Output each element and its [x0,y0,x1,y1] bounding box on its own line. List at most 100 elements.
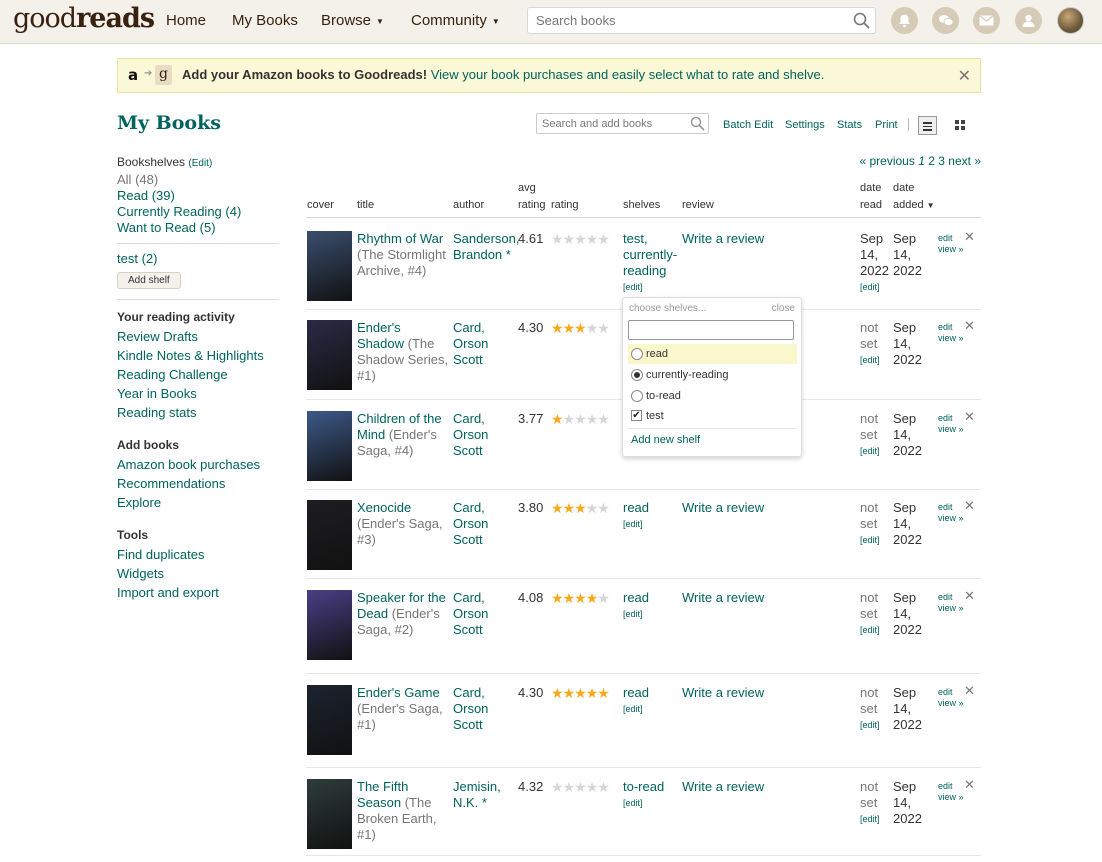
dropdown-close-link[interactable]: close [772,303,795,314]
view-book-link[interactable]: view » [938,333,964,344]
grid-view-icon[interactable] [955,120,966,131]
shelf-option-to-read[interactable]: to-read [628,386,797,406]
sidebar-shelf-read[interactable]: Read (39) [117,188,279,204]
sidebar-link-recommendations[interactable]: Recommendations [117,474,279,493]
book-cover[interactable] [307,500,352,570]
goodreads-logo[interactable]: goodreads [13,3,155,34]
book-shelves[interactable]: to-read [edit] [623,779,681,811]
view-book-link[interactable]: view » [938,244,964,255]
edit-date-link[interactable]: [edit] [860,622,892,638]
search-icon[interactable] [690,116,705,131]
star-icon[interactable]: ★ [563,320,576,336]
checkbox-icon[interactable]: ✔ [631,410,642,421]
settings-link[interactable]: Settings [785,119,825,131]
book-author[interactable]: Sanderson, Brandon * [453,231,520,263]
sidebar-link-kindle-notes-highlights[interactable]: Kindle Notes & Highlights [117,346,279,365]
notifications-bell-icon[interactable] [891,7,918,34]
remove-book-icon[interactable]: ✕ [964,409,975,425]
sidebar-link-reading-stats[interactable]: Reading stats [117,403,279,422]
star-icon[interactable]: ★ [574,685,587,701]
star-icon[interactable]: ★ [563,231,576,247]
edit-shelves-link[interactable]: [edit] [623,516,681,532]
star-icon[interactable]: ★ [586,411,599,427]
write-review-link[interactable]: Write a review [682,590,764,606]
edit-shelves-link[interactable]: [edit] [623,701,681,717]
add-shelf-button[interactable]: Add shelf [117,272,181,289]
col-avg-rating[interactable]: avg rating [518,180,546,214]
edit-book-link[interactable]: edit [938,781,964,792]
edit-shelves-link[interactable]: [edit] [623,279,681,295]
rating-stars[interactable]: ★★★★★ [551,411,610,427]
remove-book-icon[interactable]: ✕ [964,498,975,514]
user-avatar[interactable] [1057,7,1084,34]
book-cover[interactable] [307,411,352,481]
shelf-option-read[interactable]: read [628,344,797,364]
star-icon[interactable]: ★ [563,500,576,516]
list-view-icon[interactable] [918,116,937,135]
edit-shelves-link[interactable]: [edit] [623,795,681,811]
write-review-link[interactable]: Write a review [682,685,764,701]
edit-book-link[interactable]: edit [938,592,964,603]
edit-book-link[interactable]: edit [938,413,964,424]
star-icon[interactable]: ★ [574,411,587,427]
star-icon[interactable]: ★ [597,411,610,427]
book-title[interactable]: The Fifth Season (The Broken Earth, #1) [357,779,449,843]
next-page-link[interactable]: next » [948,154,981,168]
star-icon[interactable]: ★ [597,500,610,516]
shelf-filter-input[interactable] [628,320,794,340]
book-cover[interactable] [307,231,352,301]
star-icon[interactable]: ★ [551,411,564,427]
search-books-input[interactable] [528,8,848,33]
star-icon[interactable]: ★ [563,411,576,427]
star-icon[interactable]: ★ [586,500,599,516]
page-2-link[interactable]: 2 [928,154,935,168]
rating-stars[interactable]: ★★★★★ [551,779,610,795]
previous-page-link[interactable]: « previous [859,154,914,168]
edit-book-link[interactable]: edit [938,322,964,333]
discussions-icon[interactable] [932,7,959,34]
write-review-link[interactable]: Write a review [682,779,764,795]
remove-book-icon[interactable]: ✕ [964,588,975,604]
star-icon[interactable]: ★ [597,779,610,795]
star-icon[interactable]: ★ [586,231,599,247]
edit-book-link[interactable]: edit [938,502,964,513]
star-icon[interactable]: ★ [574,779,587,795]
view-book-link[interactable]: view » [938,792,964,803]
rating-stars[interactable]: ★★★★★ [551,685,610,701]
sidebar-link-amazon-book-purchases[interactable]: Amazon book purchases [117,455,279,474]
book-title[interactable]: Ender's Game (Ender's Saga, #1) [357,685,449,733]
sidebar-link-explore[interactable]: Explore [117,493,279,512]
star-icon[interactable]: ★ [574,231,587,247]
nav-home[interactable]: Home [166,12,206,29]
book-title[interactable]: Rhythm of War (The Stormlight Archive, #… [357,231,449,279]
book-author[interactable]: Jemisin, N.K. * [453,779,517,811]
star-icon[interactable]: ★ [551,500,564,516]
star-icon[interactable]: ★ [586,590,599,606]
sidebar-shelf-currently-reading[interactable]: Currently Reading (4) [117,204,279,220]
star-icon[interactable]: ★ [551,320,564,336]
nav-my-books[interactable]: My Books [232,12,298,29]
col-cover[interactable]: cover [307,197,334,214]
star-icon[interactable]: ★ [586,779,599,795]
radio-icon[interactable] [631,369,643,381]
book-title[interactable]: Children of the Mind (Ender's Saga, #4) [357,411,449,459]
sidebar-link-review-drafts[interactable]: Review Drafts [117,327,279,346]
star-icon[interactable]: ★ [563,685,576,701]
sidebar-link-import-and-export[interactable]: Import and export [117,583,279,602]
nav-community[interactable]: Community ▼ [411,12,500,29]
book-title[interactable]: Speaker for the Dead (Ender's Saga, #2) [357,590,449,638]
edit-date-link[interactable]: [edit] [860,443,892,459]
star-icon[interactable]: ★ [551,685,564,701]
book-author[interactable]: Card, Orson Scott [453,685,517,733]
edit-shelves-link[interactable]: [edit] [623,606,681,622]
book-shelves[interactable]: read [edit] [623,685,681,717]
edit-date-link[interactable]: [edit] [860,352,892,368]
book-author[interactable]: Card, Orson Scott [453,320,517,368]
edit-date-link[interactable]: [edit] [860,811,892,827]
book-author[interactable]: Card, Orson Scott [453,411,517,459]
sidebar-shelf-all[interactable]: All (48) [117,172,279,188]
remove-book-icon[interactable]: ✕ [964,318,975,334]
star-icon[interactable]: ★ [574,500,587,516]
sidebar-link-reading-challenge[interactable]: Reading Challenge [117,365,279,384]
star-icon[interactable]: ★ [597,320,610,336]
